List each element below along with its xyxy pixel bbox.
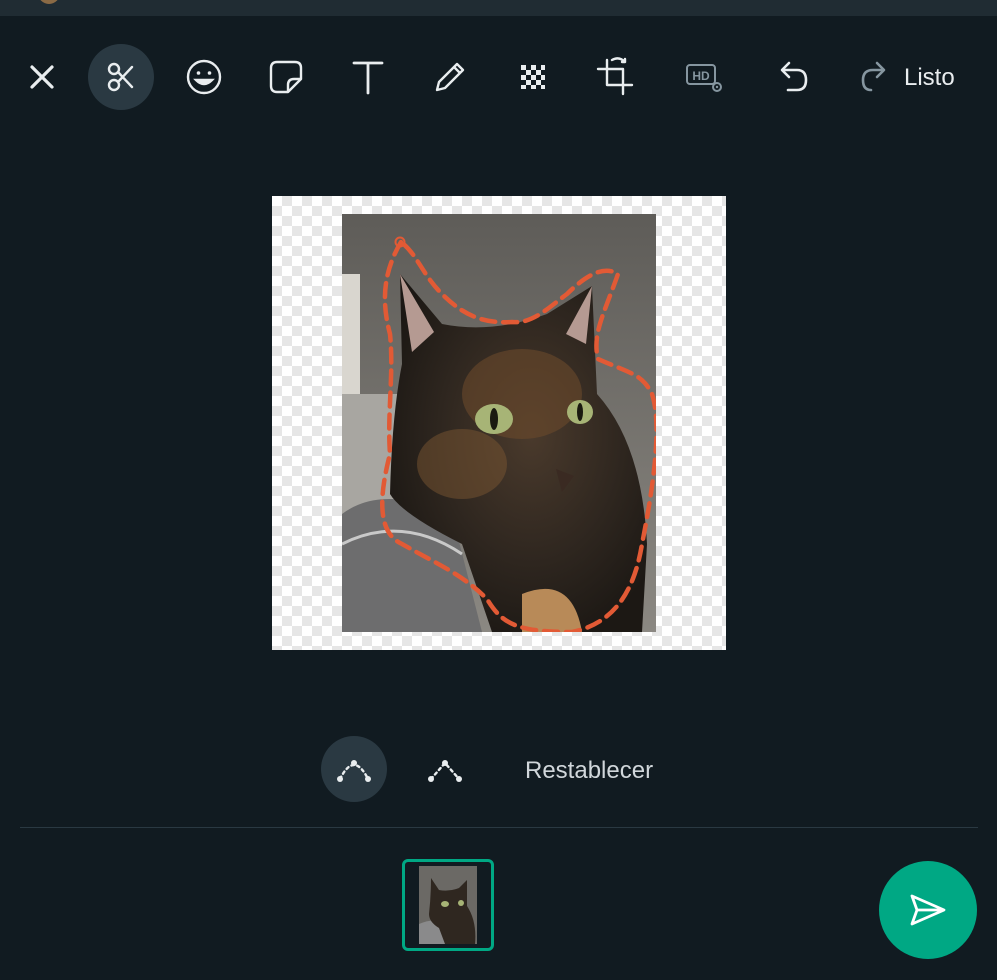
svg-text:HD: HD — [692, 69, 710, 83]
hd-settings-icon: HD — [686, 64, 722, 92]
send-button[interactable] — [879, 861, 977, 959]
cutout-mode-bar: Restablecer — [0, 736, 997, 804]
polygon-points-icon — [428, 760, 462, 782]
reset-button[interactable]: Restablecer — [525, 757, 653, 785]
media-thumbnail[interactable] — [402, 859, 494, 951]
sticker-icon — [269, 60, 303, 94]
text-icon — [352, 61, 384, 95]
avatar — [38, 0, 60, 4]
curve-points-icon — [337, 760, 371, 782]
emoji-icon — [186, 59, 222, 95]
hd-quality-button[interactable]: HD — [671, 44, 737, 110]
pencil-icon — [435, 62, 465, 92]
close-button[interactable] — [9, 44, 75, 110]
blur-checker-icon — [521, 65, 545, 89]
editor-canvas[interactable] — [272, 196, 726, 650]
close-icon — [30, 65, 54, 89]
cutout-button[interactable] — [88, 44, 154, 110]
emoji-button[interactable] — [171, 44, 237, 110]
window-top-bar — [0, 0, 997, 16]
undo-icon — [780, 61, 808, 92]
scissors-icon — [107, 62, 134, 92]
blur-button[interactable] — [500, 44, 566, 110]
crop-icon — [596, 57, 634, 96]
send-icon — [910, 894, 946, 926]
crop-button[interactable] — [582, 44, 648, 110]
redo-button[interactable] — [840, 44, 906, 110]
cat-photo — [342, 214, 656, 632]
divider — [20, 827, 978, 828]
sticker-button[interactable] — [253, 44, 319, 110]
editor-toolbar: HD Listo — [0, 44, 997, 112]
redo-icon — [861, 61, 886, 92]
text-button[interactable] — [335, 44, 401, 110]
draw-button[interactable] — [417, 44, 483, 110]
cat-thumbnail-image — [419, 866, 477, 944]
polygon-mode-button[interactable] — [412, 736, 478, 802]
undo-button[interactable] — [760, 44, 826, 110]
smooth-mode-button[interactable] — [321, 736, 387, 802]
done-button[interactable]: Listo — [904, 64, 955, 92]
